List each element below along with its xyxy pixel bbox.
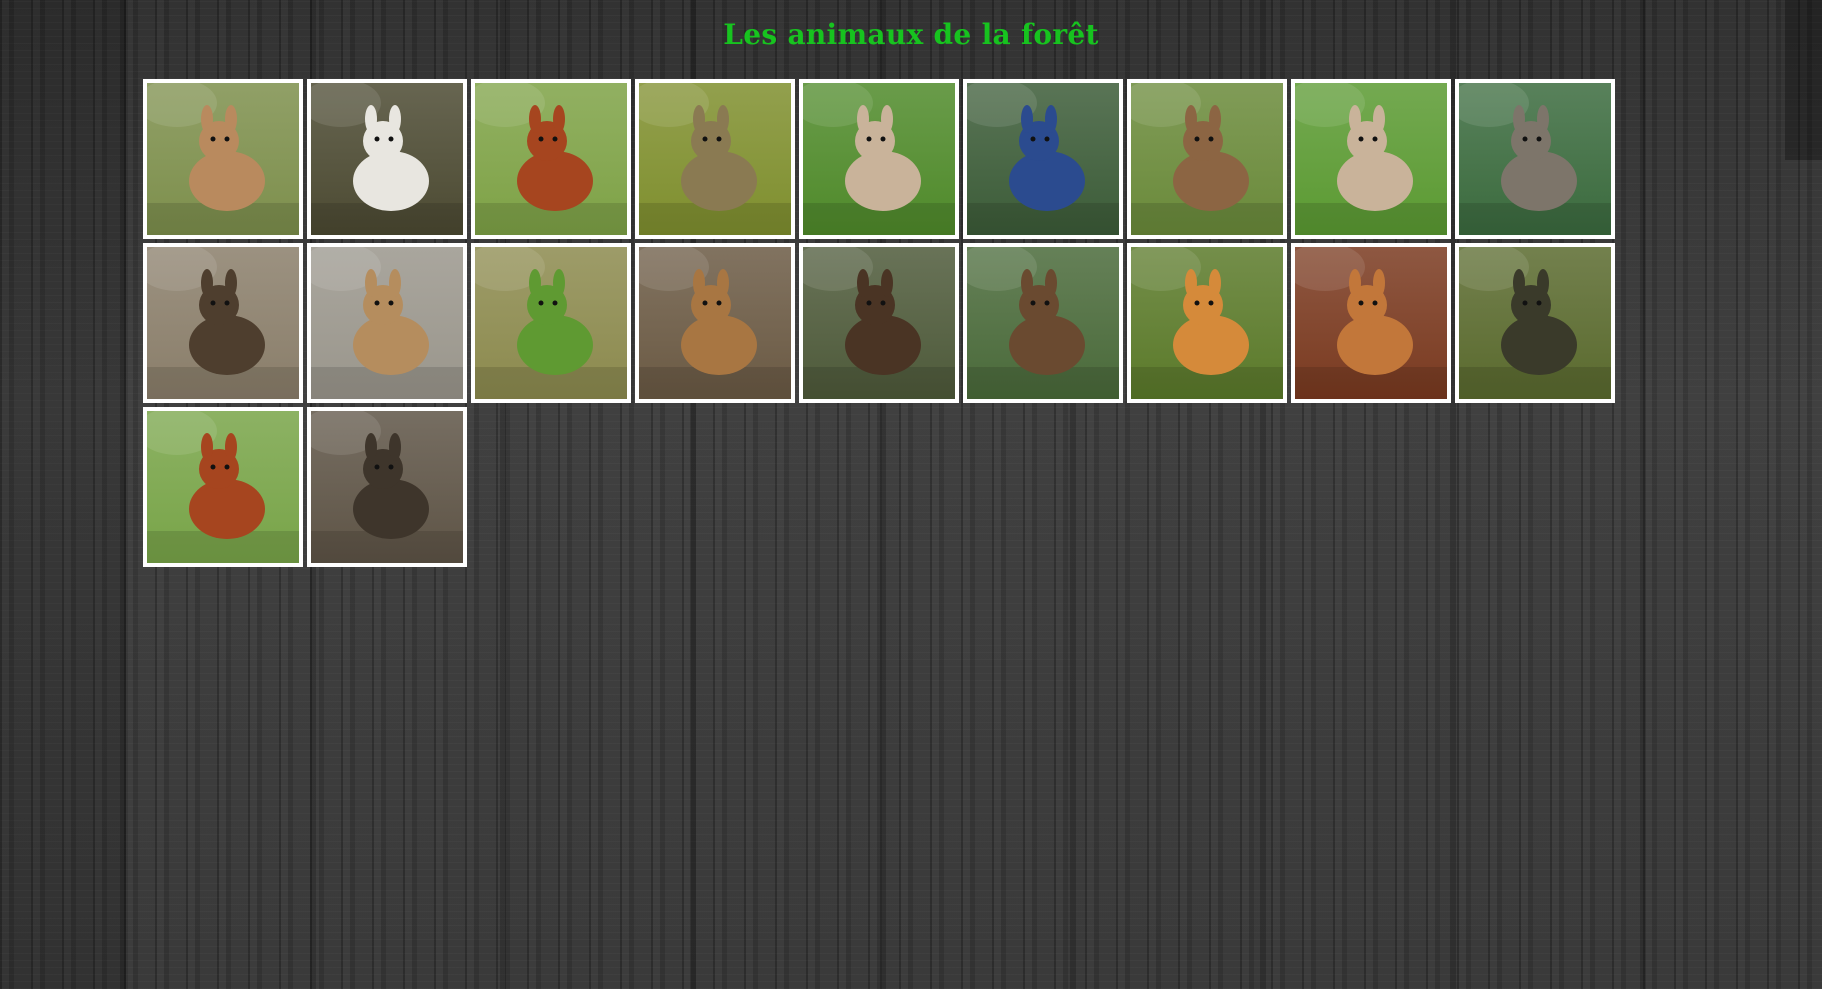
photo-brown-bear [967,247,1119,399]
photo-thumbnail-fox-cub[interactable] [1127,243,1287,403]
photo-praying-mantis [475,247,627,399]
photo-thumbnail-badger[interactable] [307,79,467,239]
photo-thumbnail-praying-mantis[interactable] [471,243,631,403]
photo-thumbnail-red-squirrel[interactable] [471,79,631,239]
photo-hedgehog [639,83,791,235]
photo-thumbnail-rabbit[interactable] [1291,79,1451,239]
photo-fox-cub [1295,247,1447,399]
photo-brown-bear [803,247,955,399]
wood-shade-left [0,0,128,989]
photo-fox-cub [1131,247,1283,399]
photo-grass-snake [1459,247,1611,399]
photo-deer [147,83,299,235]
photo-wild-boar [311,411,463,563]
photo-thumbnail-brown-bear[interactable] [963,243,1123,403]
photo-thumbnail-grass-snake[interactable] [1455,243,1615,403]
photo-wild-boar-piglet [639,247,791,399]
photo-rabbit [1295,83,1447,235]
photo-badger [311,83,463,235]
photo-thumbnail-fox-cub[interactable] [1291,243,1451,403]
photo-rabbit [803,83,955,235]
photo-thumbnail-otter[interactable] [143,243,303,403]
photo-thumbnail-hare[interactable] [1127,79,1287,239]
photo-red-squirrel [475,83,627,235]
photo-wolf [1459,83,1611,235]
photo-dragonfly [967,83,1119,235]
photo-thumbnail-deer[interactable] [143,79,303,239]
photo-thumbnail-rabbit[interactable] [799,79,959,239]
photo-red-squirrel [147,411,299,563]
photo-thumbnail-wolf[interactable] [1455,79,1615,239]
photo-thumbnail-red-squirrel[interactable] [143,407,303,567]
photo-thumbnail-dragonfly[interactable] [963,79,1123,239]
photo-otter [147,247,299,399]
photo-thumbnail-lynx[interactable] [307,243,467,403]
photo-thumbnail-hedgehog[interactable] [635,79,795,239]
photo-thumbnail-wild-boar[interactable] [307,407,467,567]
photo-thumbnail-wild-boar-piglet[interactable] [635,243,795,403]
photo-thumbnail-brown-bear[interactable] [799,243,959,403]
page-title: Les animaux de la forêt [723,18,1099,51]
photo-hare [1131,83,1283,235]
photo-lynx [311,247,463,399]
photo-gallery [143,79,1623,567]
